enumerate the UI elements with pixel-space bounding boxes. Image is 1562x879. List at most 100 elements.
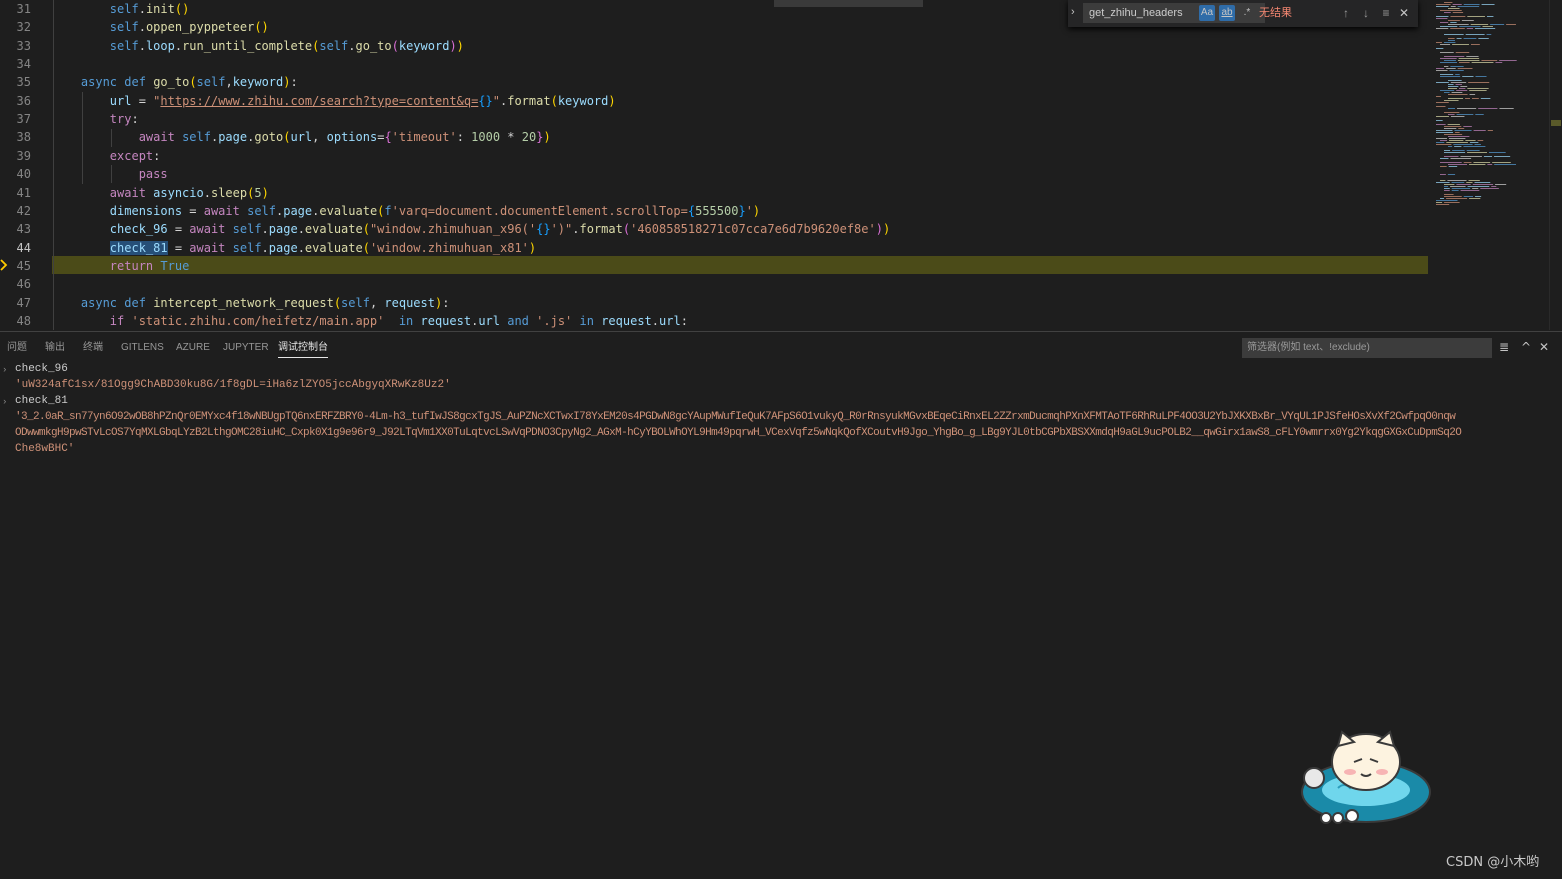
code-editor[interactable]: 31 self.init() 32 self.oppen_pyppeteer() 3… <box>0 0 1562 330</box>
code-line[interactable]: 41 await asyncio.sleep(5) <box>0 184 1430 202</box>
line-number[interactable]: 46 <box>0 275 31 293</box>
line-number[interactable]: 39 <box>0 147 31 165</box>
match-whole-word-button[interactable]: ab <box>1219 5 1235 21</box>
code-line[interactable]: 39 except: <box>0 147 1430 165</box>
tab-jupyter[interactable]: JUPYTER <box>223 342 269 354</box>
minimap-line <box>1450 16 1466 17</box>
close-panel-icon[interactable]: ✕ <box>1537 340 1551 354</box>
previous-match-icon[interactable]: ↑ <box>1338 5 1354 21</box>
code-token: True <box>160 258 190 273</box>
code-line[interactable]: 35 async def go_to(self,keyword): <box>0 73 1430 91</box>
find-input[interactable]: get_zhihu_headers <box>1083 3 1265 23</box>
maximize-panel-icon[interactable]: ^ <box>1519 340 1533 354</box>
code-line[interactable]: 42 dimensions = await self.page.evaluate… <box>0 202 1430 220</box>
line-number[interactable]: 48 <box>0 312 31 330</box>
line-number[interactable]: 36 <box>0 92 31 110</box>
tab-debug-console[interactable]: 调试控制台 <box>278 342 328 358</box>
minimap[interactable] <box>1430 0 1550 330</box>
minimap-line <box>1448 98 1464 99</box>
minimap-line <box>1449 70 1464 71</box>
code-token: await <box>138 130 175 145</box>
minimap-line <box>1444 92 1450 93</box>
minimap-line <box>1436 202 1443 203</box>
minimap-line <box>1465 34 1485 35</box>
code-token: : <box>680 313 688 328</box>
minimap-line <box>1469 142 1479 143</box>
code-token: oppen_pyppeteer <box>145 20 255 35</box>
code-token: check_81 <box>109 240 168 255</box>
minimap-line <box>1480 188 1499 189</box>
code-token: self <box>232 222 262 237</box>
line-number[interactable]: 47 <box>0 294 31 312</box>
tab-problems[interactable]: 问题 <box>7 342 27 354</box>
code-line[interactable]: 44 check_81 = await self.page.evaluate('… <box>0 239 1430 257</box>
minimap-line <box>1450 22 1457 23</box>
line-number[interactable]: 31 <box>0 0 31 18</box>
tab-azure[interactable]: AZURE <box>176 342 210 354</box>
line-number[interactable]: 42 <box>0 202 31 220</box>
clear-console-icon[interactable]: ≣ <box>1497 340 1511 354</box>
minimap-line <box>1448 136 1470 137</box>
code-line[interactable]: 43 check_96 = await self.page.evaluate("… <box>0 220 1430 238</box>
minimap-line <box>1487 164 1493 165</box>
find-in-selection-icon[interactable]: ≡ <box>1378 5 1394 21</box>
code-line[interactable]: 48 if 'static.zhihu.com/heifetz/main.app… <box>0 312 1430 330</box>
minimap-line <box>1469 198 1481 199</box>
code-token: async <box>80 75 118 90</box>
find-replace-toggle[interactable]: › <box>1071 6 1075 18</box>
line-number[interactable]: 34 <box>0 55 31 73</box>
console-filter-input[interactable]: 筛选器(例如 text、!exclude) <box>1242 338 1492 358</box>
console-result-continued[interactable]: Che8wBHC' <box>15 441 74 457</box>
code-line[interactable]: 46 <box>0 275 1430 293</box>
line-number[interactable]: 33 <box>0 37 31 55</box>
tab-terminal[interactable]: 终端 <box>83 342 103 354</box>
minimap-line <box>1463 196 1474 197</box>
tab-gitlens[interactable]: GITLENS <box>121 342 164 354</box>
minimap-line <box>1486 34 1492 35</box>
line-number[interactable]: 35 <box>0 73 31 91</box>
line-number[interactable]: 44 <box>0 239 31 257</box>
console-result[interactable]: 'uW324afC1sx/81Ogg9ChABD30ku8G/1f8gDL=iH… <box>15 377 451 393</box>
code-area[interactable]: 31 self.init() 32 self.oppen_pyppeteer() 3… <box>0 0 1430 330</box>
use-regex-button[interactable]: .* <box>1239 5 1255 21</box>
minimap-line <box>1448 108 1456 109</box>
code-line[interactable]: 45 return True <box>0 257 1430 275</box>
code-text: self.oppen_pyppeteer() <box>52 18 269 36</box>
minimap-line <box>1460 190 1480 191</box>
editor-scrollbar[interactable] <box>1549 0 1562 330</box>
minimap-line <box>1448 84 1454 85</box>
code-token: = <box>167 222 190 237</box>
code-line[interactable]: 36 url = " https://www.zhihu.com/search?t… <box>0 92 1430 110</box>
code-token: ) <box>882 222 891 237</box>
match-case-button[interactable]: Aa <box>1199 5 1215 21</box>
code-line[interactable]: 33 self.loop.run_until_complete(self.go_… <box>0 37 1430 55</box>
code-line[interactable]: 37 try: <box>0 110 1430 128</box>
minimap-line <box>1448 138 1466 139</box>
line-number[interactable]: 38 <box>0 128 31 146</box>
console-result-continued[interactable]: ODwwmkgH9pwSTvLcOS7YqMXLGbqLYzB2LthgOMC2… <box>15 425 1462 441</box>
code-line[interactable]: 47 async def intercept_network_request(s… <box>0 294 1430 312</box>
line-number[interactable]: 43 <box>0 220 31 238</box>
code-line[interactable]: 38 await self.page.goto(url, options={'t… <box>0 128 1430 146</box>
line-number[interactable]: 40 <box>0 165 31 183</box>
minimap-line <box>1454 130 1472 131</box>
line-number[interactable]: 45 <box>0 257 31 275</box>
tab-output[interactable]: 输出 <box>45 342 65 354</box>
code-token: ) <box>875 222 883 237</box>
line-number[interactable]: 32 <box>0 18 31 36</box>
csdn-watermark: CSDN @小木哟 <box>1446 855 1540 870</box>
code-text: async def go_to(self,keyword): <box>52 73 298 91</box>
line-number[interactable]: 41 <box>0 184 31 202</box>
next-match-icon[interactable]: ↓ <box>1358 5 1374 21</box>
console-result[interactable]: '3_2.0aR_sn77yn6O92wOB8hPZnQr0EMYxc4f18w… <box>15 409 1456 425</box>
code-line[interactable]: 34 <box>0 55 1430 73</box>
minimap-line <box>1440 198 1445 199</box>
code-token: . <box>651 313 660 328</box>
minimap-line <box>1456 38 1462 39</box>
code-line[interactable]: 40 pass <box>0 165 1430 183</box>
line-number[interactable]: 37 <box>0 110 31 128</box>
close-find-icon[interactable]: ✕ <box>1396 5 1412 21</box>
minimap-line <box>1448 146 1453 147</box>
